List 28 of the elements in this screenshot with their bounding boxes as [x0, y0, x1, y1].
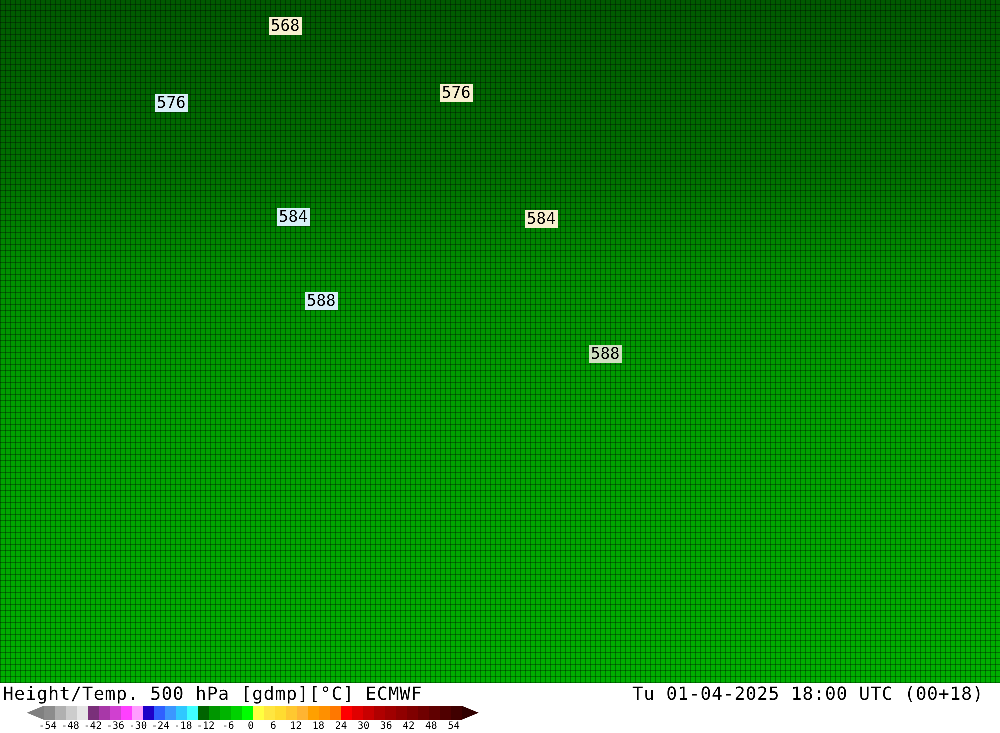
- scale-tick-label: 0: [248, 721, 254, 733]
- scale-tick-label: 42: [402, 721, 415, 733]
- scale-tick-label: 30: [358, 721, 370, 733]
- map-title: Height/Temp. 500 hPa [gdmp][°C] ECMWF: [3, 684, 422, 704]
- scale-tick-label: -6: [222, 721, 234, 733]
- contour-label: 584: [277, 208, 310, 226]
- scale-tick-label: 6: [270, 721, 277, 733]
- scale-tick-label: -42: [84, 721, 102, 733]
- contour-label: 584: [525, 210, 558, 228]
- valid-time: Tu 01-04-2025 18:00 UTC (00+18): [632, 684, 984, 704]
- contour-label: 588: [305, 292, 338, 310]
- scale-tick-label: 18: [312, 721, 325, 733]
- scale-tick-label: -24: [152, 721, 170, 733]
- scale-tick-label: -54: [38, 721, 58, 733]
- scale-tick-label: -30: [129, 721, 148, 733]
- contour-label: 588: [589, 345, 622, 363]
- scale-tick-label: -12: [196, 721, 215, 733]
- scale-tick-label: -18: [174, 721, 192, 733]
- scale-tick-label: 54: [448, 721, 460, 733]
- scale-tick-label: 48: [425, 721, 438, 733]
- contour-label: 576: [440, 84, 473, 102]
- scale-tick-label: 36: [380, 721, 392, 733]
- scale-tick-label: 24: [335, 721, 348, 733]
- contour-label: 568: [269, 17, 302, 35]
- contour-label: 576: [155, 94, 188, 112]
- scale-tick-label: -48: [62, 721, 80, 733]
- scale-tick-label: 12: [290, 721, 302, 733]
- scale-tick-label: -36: [106, 721, 125, 733]
